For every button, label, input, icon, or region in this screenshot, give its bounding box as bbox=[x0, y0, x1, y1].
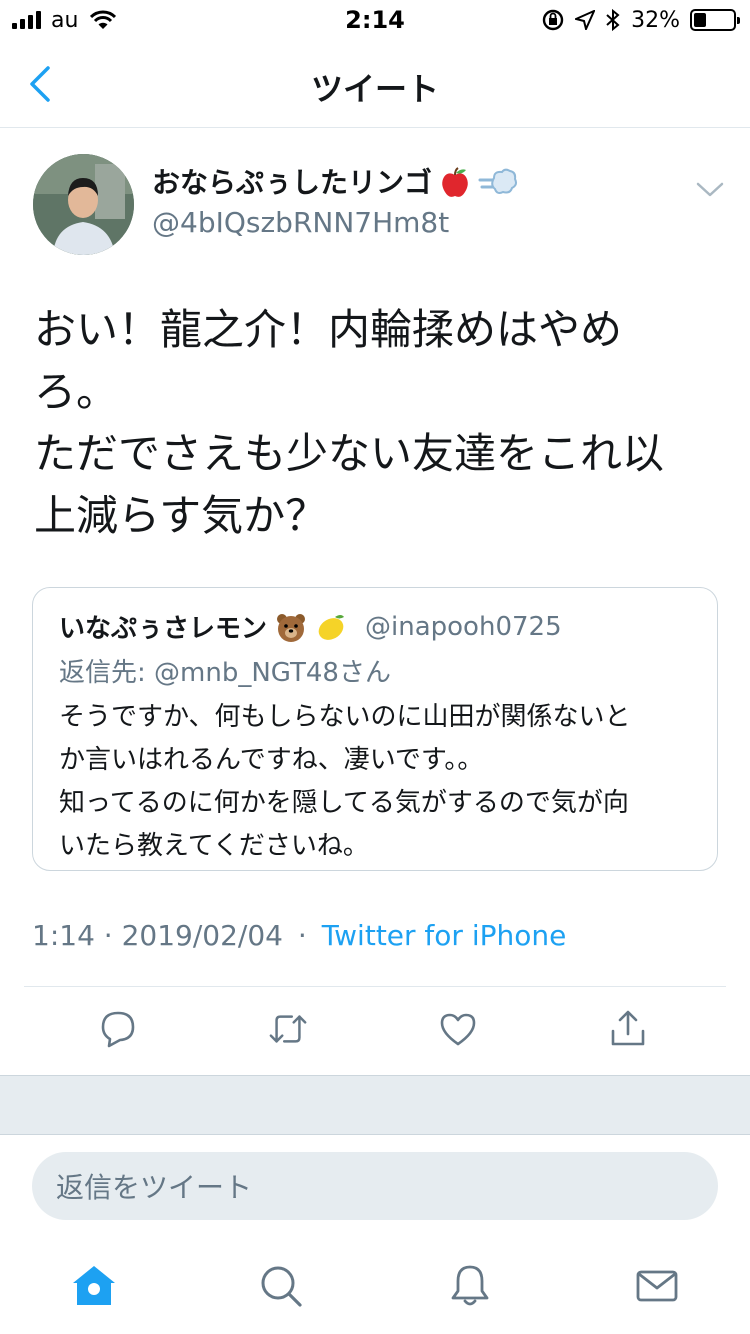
bluetooth-icon bbox=[606, 8, 620, 32]
tweet-source-link[interactable]: Twitter for iPhone bbox=[322, 919, 567, 952]
meta-separator: · bbox=[297, 919, 307, 952]
author-display-name: おならぷぅしたリンゴ bbox=[152, 166, 433, 199]
search-icon bbox=[261, 1266, 302, 1307]
author-handle: @4bIQszbRNN7Hm8t bbox=[152, 206, 450, 239]
apple-icon bbox=[442, 167, 468, 197]
bear-icon bbox=[277, 613, 306, 642]
retweet-button[interactable] bbox=[268, 1009, 308, 1049]
divider bbox=[24, 986, 726, 987]
quoted-text: そうですか、何もしらないのに山田が関係ないと か言いはれるんですね、凄いです。。… bbox=[59, 702, 631, 861]
page-title: ツイート bbox=[310, 70, 439, 108]
tweet-meta: 1:14 · 2019/02/04 · Twitter for iPhone bbox=[32, 919, 566, 952]
quoted-author-row: いなぷぅさレモン @inapooh0725 bbox=[59, 608, 562, 645]
tweet-text: おい！龍之介！内輪揉めはやめ ろ。 ただでさえも少ない友達をこれ以 上減らす気か… bbox=[34, 305, 665, 540]
reply-placeholder: 返信をツイート bbox=[56, 1171, 253, 1204]
bell-icon bbox=[451, 1265, 489, 1306]
status-bar: au 2:14 32% bbox=[0, 0, 750, 40]
reply-icon bbox=[101, 1011, 135, 1048]
reply-button[interactable] bbox=[98, 1009, 138, 1049]
tab-notifications[interactable] bbox=[446, 1262, 494, 1310]
chevron-down-icon[interactable] bbox=[694, 177, 726, 201]
tab-bar bbox=[0, 1244, 750, 1334]
tab-search[interactable] bbox=[257, 1262, 305, 1310]
mail-icon bbox=[636, 1270, 678, 1302]
heart-icon bbox=[440, 1013, 476, 1046]
reply-to-label: 返信先: @mnb_NGT48さん bbox=[59, 658, 391, 688]
retweet-icon bbox=[269, 1015, 307, 1043]
quoted-handle: @inapooh0725 bbox=[365, 611, 562, 642]
navigation-bar: ツイート bbox=[0, 40, 750, 128]
quoted-tweet[interactable]: いなぷぅさレモン @inapooh0725 返信先: @mnb_NGT48さん … bbox=[32, 587, 718, 871]
quoted-display-name: いなぷぅさレモン bbox=[59, 614, 268, 644]
share-icon bbox=[611, 1010, 645, 1046]
location-icon bbox=[575, 10, 596, 30]
orientation-lock-icon bbox=[542, 9, 564, 31]
like-button[interactable] bbox=[438, 1009, 478, 1049]
tab-home[interactable] bbox=[70, 1262, 118, 1310]
battery-percent: 32% bbox=[631, 7, 680, 33]
section-separator bbox=[0, 1075, 750, 1135]
share-button[interactable] bbox=[608, 1009, 648, 1049]
battery-icon bbox=[690, 9, 740, 31]
dash-icon bbox=[478, 168, 517, 194]
author-info[interactable]: おならぷぅしたリンゴ @4bIQszbRNN7Hm8t bbox=[152, 165, 518, 241]
tab-messages[interactable] bbox=[633, 1262, 681, 1310]
reply-input[interactable]: 返信をツイート bbox=[32, 1152, 718, 1220]
home-icon bbox=[73, 1266, 115, 1305]
avatar[interactable] bbox=[33, 154, 134, 255]
action-bar bbox=[0, 1009, 750, 1075]
tweet-timestamp: 1:14 · 2019/02/04 bbox=[32, 919, 283, 952]
lemon-icon bbox=[318, 614, 345, 640]
author-name-row: おならぷぅしたリンゴ bbox=[152, 165, 518, 201]
